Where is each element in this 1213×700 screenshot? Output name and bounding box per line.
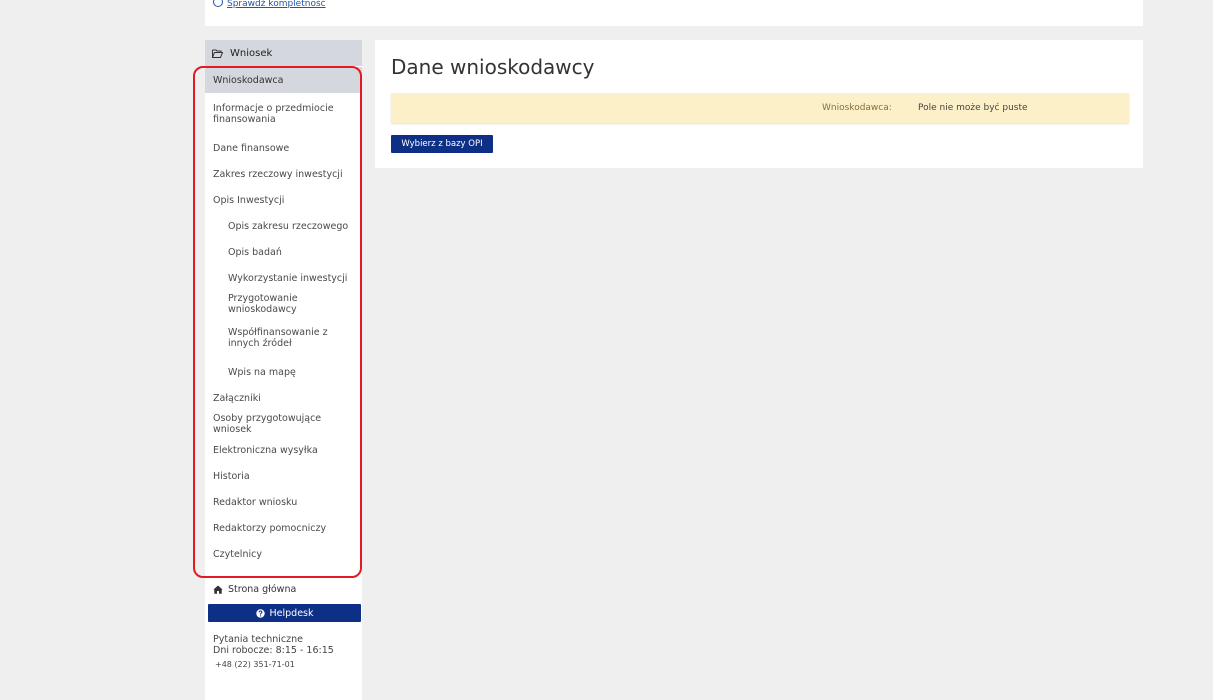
sidebar-item-label: Dane finansowe: [213, 142, 290, 154]
home-icon: [213, 585, 223, 594]
sidebar-item-label: Przygotowanie wnioskodawcy: [228, 293, 298, 315]
sidebar-item-wnioskodawca[interactable]: Wnioskodawca: [205, 67, 362, 93]
tech-phone: +48 (22) 351-71-01: [215, 660, 295, 669]
sidebar-item-redaktor[interactable]: Redaktor wniosku: [205, 489, 362, 515]
sidebar-item-label: Zakres rzeczowy inwestycji: [213, 168, 343, 180]
folder-open-icon: [212, 49, 223, 58]
sidebar-item-zakres-rzeczowy[interactable]: Zakres rzeczowy inwestycji: [205, 161, 362, 187]
sidebar-item-opis-badan[interactable]: Opis badań: [205, 239, 362, 265]
sidebar-nav: Wnioskodawca Informacje o przedmiocie fi…: [205, 67, 362, 567]
sidebar-item-opis-zakresu[interactable]: Opis zakresu rzeczowego: [205, 213, 362, 239]
check-completeness-link[interactable]: Sprawdź kompletność: [213, 0, 326, 9]
sidebar-item-label: Wykorzystanie inwestycji: [228, 272, 348, 284]
alert-message: Pole nie może być puste: [918, 103, 1028, 113]
main-card: Dane wnioskodawcy Wnioskodawca: Pole nie…: [375, 40, 1143, 168]
sidebar-item-label: Redaktor wniosku: [213, 496, 298, 508]
sidebar-item-czytelnicy[interactable]: Czytelnicy: [205, 541, 362, 567]
home-link[interactable]: Strona główna: [213, 584, 296, 595]
sidebar-item-wykorzystanie[interactable]: Wykorzystanie inwestycji: [205, 265, 362, 291]
alert-field-label: Wnioskodawca:: [822, 103, 892, 113]
helpdesk-button[interactable]: Helpdesk: [208, 604, 361, 622]
sidebar-item-wspolfinansowanie[interactable]: Współfinansowanie z innych źródeł: [205, 317, 362, 359]
sidebar-item-redaktorzy-pomocniczy[interactable]: Redaktorzy pomocniczy: [205, 515, 362, 541]
page-title: Dane wnioskodawcy: [391, 55, 595, 79]
sidebar-item-zalaczniki[interactable]: Załączniki: [205, 385, 362, 411]
sidebar-item-label: Opis Inwestycji: [213, 194, 285, 206]
home-link-label: Strona główna: [228, 584, 297, 595]
sidebar-item-label: Informacje o przedmiocie finansowania: [213, 103, 334, 125]
sidebar-item-label: Opis zakresu rzeczowego: [228, 220, 349, 232]
tech-support-info: Pytania techniczne Dni robocze: 8:15 - 1…: [213, 634, 334, 670]
sidebar-item-label: Wpis na mapę: [228, 366, 296, 378]
sidebar-item-historia[interactable]: Historia: [205, 463, 362, 489]
sidebar-header-label: Wniosek: [230, 47, 273, 59]
sidebar-item-informacje[interactable]: Informacje o przedmiocie finansowania: [205, 93, 362, 135]
sidebar-item-label: Redaktorzy pomocniczy: [213, 522, 327, 534]
check-completeness-label: Sprawdź kompletność: [227, 0, 326, 9]
sidebar-item-label: Współfinansowanie z innych źródeł: [228, 327, 328, 349]
question-circle-icon: [255, 608, 265, 618]
sidebar-item-label: Załączniki: [213, 392, 261, 404]
tech-title: Pytania techniczne: [213, 634, 303, 645]
top-panel: Sprawdź kompletność: [205, 0, 1143, 26]
tech-hours: Dni robocze: 8:15 - 16:15: [213, 645, 334, 656]
sidebar-item-osoby[interactable]: Osoby przygotowujące wniosek: [205, 411, 362, 437]
sidebar: Wniosek Wnioskodawca Informacje o przedm…: [205, 40, 362, 700]
sidebar-item-label: Wnioskodawca: [213, 74, 284, 86]
sidebar-item-przygotowanie[interactable]: Przygotowanie wnioskodawcy: [205, 291, 362, 317]
sidebar-item-opis-inwestycji[interactable]: Opis Inwestycji: [205, 187, 362, 213]
select-from-opi-button[interactable]: Wybierz z bazy OPI: [391, 135, 493, 153]
sidebar-item-label: Osoby przygotowujące wniosek: [213, 413, 322, 435]
sidebar-header[interactable]: Wniosek: [205, 40, 362, 66]
validation-alert: Wnioskodawca: Pole nie może być puste: [391, 93, 1129, 123]
sidebar-item-wpis-na-mape[interactable]: Wpis na mapę: [205, 359, 362, 385]
sidebar-item-label: Elektroniczna wysyłka: [213, 444, 318, 456]
sidebar-item-wysylka[interactable]: Elektroniczna wysyłka: [205, 437, 362, 463]
sidebar-item-label: Historia: [213, 470, 250, 482]
sidebar-item-dane-finansowe[interactable]: Dane finansowe: [205, 135, 362, 161]
sidebar-item-label: Opis badań: [228, 246, 282, 258]
helpdesk-label: Helpdesk: [269, 607, 314, 619]
sidebar-item-label: Czytelnicy: [213, 548, 262, 560]
check-circle-icon: [213, 0, 223, 7]
